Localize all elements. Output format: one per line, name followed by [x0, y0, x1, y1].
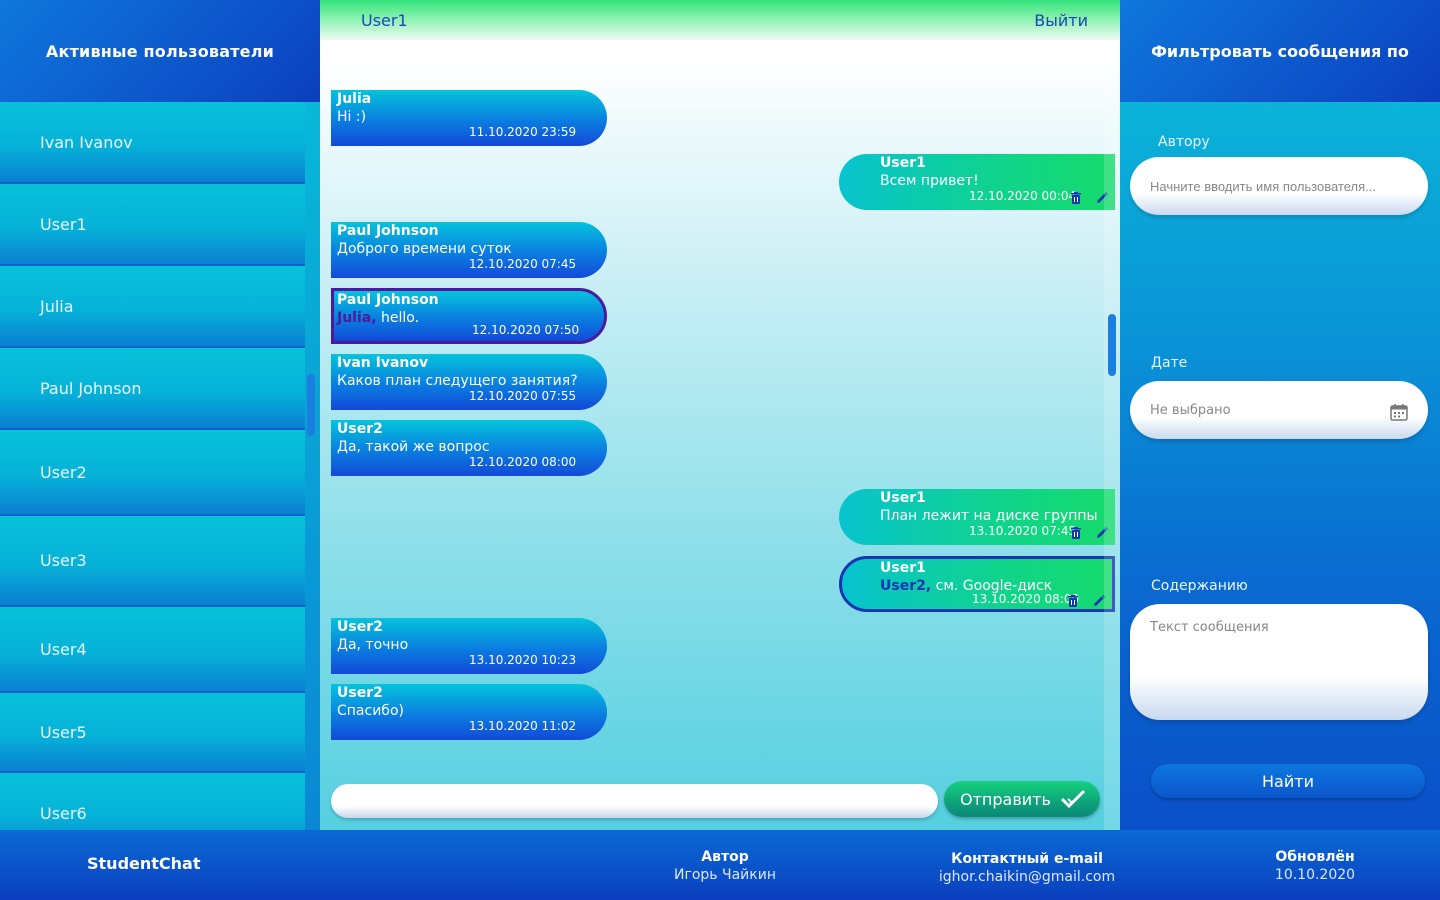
message-text: Hi :) [337, 109, 367, 125]
message-incoming[interactable]: Julia Hi :) 11.10.2020 23:59 [331, 90, 607, 146]
message-author: User1 [880, 490, 926, 506]
message-author: Julia [337, 91, 372, 107]
content-filter-textarea[interactable] [1130, 604, 1428, 720]
message-author: Paul Johnson [337, 223, 439, 239]
footer-email-label: Контактный e-mail [951, 851, 1103, 867]
message-time: 13.10.2020 07:45 [969, 524, 1077, 538]
message-incoming[interactable]: Ivan Ivanov Каков план следущего занятия… [331, 354, 607, 410]
message-time: 12.10.2020 07:55 [469, 389, 577, 403]
active-users-title: Активные пользователи [0, 0, 320, 102]
message-time: 12.10.2020 08:00 [469, 455, 577, 469]
delete-icon[interactable] [1069, 526, 1083, 540]
date-filter-value: Не выбрано [1150, 402, 1231, 418]
calendar-icon[interactable] [1390, 403, 1408, 421]
user-list-item[interactable]: User4 [0, 607, 305, 693]
user-list-item[interactable]: Paul Johnson [0, 348, 305, 430]
date-filter-input[interactable]: Не выбрано [1130, 381, 1428, 439]
footer-updated: Обновлён 10.10.2020 [1255, 848, 1375, 884]
message-mention[interactable]: User2, [880, 578, 931, 594]
footer-email-value[interactable]: ighor.chaikin@gmail.com [920, 868, 1134, 886]
message-author: User2 [337, 421, 383, 437]
user-list-item[interactable]: User6 [0, 773, 305, 830]
author-filter-label: Автору [1158, 134, 1210, 150]
message-incoming[interactable]: User2 Да, точно 13.10.2020 10:23 [331, 618, 607, 674]
user-list-item[interactable]: Ivan Ivanov [0, 102, 305, 184]
message-incoming[interactable]: Paul Johnson Доброго времени суток 12.10… [331, 222, 607, 278]
message-time: 13.10.2020 10:23 [469, 653, 577, 667]
footer-author-label: Автор [701, 849, 749, 865]
footer-email: Контактный e-mail ighor.chaikin@gmail.co… [920, 850, 1134, 886]
chat-topbar: User1 Выйти [320, 0, 1120, 40]
content-filter-label: Содержанию [1151, 578, 1248, 594]
message-time: 13.10.2020 11:02 [469, 719, 577, 733]
send-button-label: Отправить [960, 789, 1051, 809]
message-text: Всем привет! [880, 173, 979, 189]
user-list: Ivan Ivanov User1 Julia Paul Johnson Use… [0, 102, 320, 830]
logout-button[interactable]: Выйти [1034, 11, 1088, 30]
user-list-item[interactable]: User2 [0, 430, 305, 516]
message-author: User1 [880, 560, 926, 576]
user-list-item[interactable]: User1 [0, 184, 305, 266]
user-list-item[interactable]: Julia [0, 266, 305, 348]
filter-panel: Фильтровать сообщения по Автору Дате Не … [1120, 0, 1440, 830]
message-time: 11.10.2020 23:59 [469, 125, 577, 139]
author-filter-input[interactable] [1130, 157, 1428, 215]
delete-icon[interactable] [1066, 594, 1080, 608]
footer-updated-value: 10.10.2020 [1274, 867, 1356, 883]
message-outgoing[interactable]: User1 Всем привет! 12.10.2020 00:04 [839, 154, 1115, 210]
current-user-name: User1 [361, 10, 408, 30]
message-time: 13.10.2020 08:00 [972, 592, 1080, 606]
footer-brand: StudentChat [87, 854, 201, 873]
message-text: Да, такой же вопрос [337, 439, 490, 455]
message-incoming[interactable]: User2 Да, такой же вопрос 12.10.2020 08:… [331, 420, 607, 476]
date-filter-label: Дате [1151, 355, 1188, 371]
message-time: 12.10.2020 07:50 [472, 323, 580, 337]
chat-scrollbar[interactable] [1104, 40, 1120, 830]
chat-scroll-thumb[interactable] [1108, 314, 1116, 376]
footer-author-value: Игорь Чайкин [674, 867, 776, 883]
user-list-item[interactable]: User5 [0, 693, 305, 773]
send-button[interactable]: Отправить [944, 781, 1100, 817]
footer-author: Автор Игорь Чайкин [655, 848, 795, 884]
check-icon [1060, 789, 1086, 809]
active-users-panel: Активные пользователи Ivan Ivanov User1 … [0, 0, 320, 830]
message-text: Каков план следущего занятия? [337, 373, 578, 389]
message-time: 12.10.2020 00:04 [969, 189, 1077, 203]
message-input[interactable] [331, 784, 938, 818]
filter-title: Фильтровать сообщения по [1120, 0, 1440, 102]
message-author: Ivan Ivanov [337, 355, 429, 371]
message-text: Доброго времени суток [337, 241, 512, 257]
message-author: User2 [337, 619, 383, 635]
message-author: User2 [337, 685, 383, 701]
message-text-body: hello. [376, 310, 420, 326]
chat-panel: User1 Выйти Julia Hi :) 11.10.2020 23:59… [320, 0, 1120, 830]
find-button[interactable]: Найти [1151, 764, 1425, 798]
message-time: 12.10.2020 07:45 [469, 257, 577, 271]
message-text: План лежит на диске группы [880, 508, 1098, 524]
user-list-scroll-thumb[interactable] [307, 374, 315, 436]
footer-updated-label: Обновлён [1275, 849, 1355, 865]
message-mention[interactable]: Julia, [337, 310, 377, 326]
message-incoming-mention[interactable]: Paul Johnson Julia, hello. 12.10.2020 07… [331, 288, 607, 344]
message-author: User1 [880, 155, 926, 171]
delete-icon[interactable] [1069, 191, 1083, 205]
message-outgoing[interactable]: User1 План лежит на диске группы 13.10.2… [839, 489, 1115, 545]
message-incoming[interactable]: User2 Спасибо) 13.10.2020 11:02 [331, 684, 607, 740]
message-text: Да, точно [337, 637, 409, 653]
footer: StudentChat Автор Игорь Чайкин Контактны… [0, 830, 1440, 900]
message-text: Спасибо) [337, 703, 404, 719]
user-list-item[interactable]: User3 [0, 516, 305, 607]
message-author: Paul Johnson [337, 292, 439, 308]
user-list-scrollbar[interactable] [305, 102, 320, 830]
message-outgoing-mention[interactable]: User1 User2, см. Google-диск 13.10.2020 … [839, 556, 1115, 612]
